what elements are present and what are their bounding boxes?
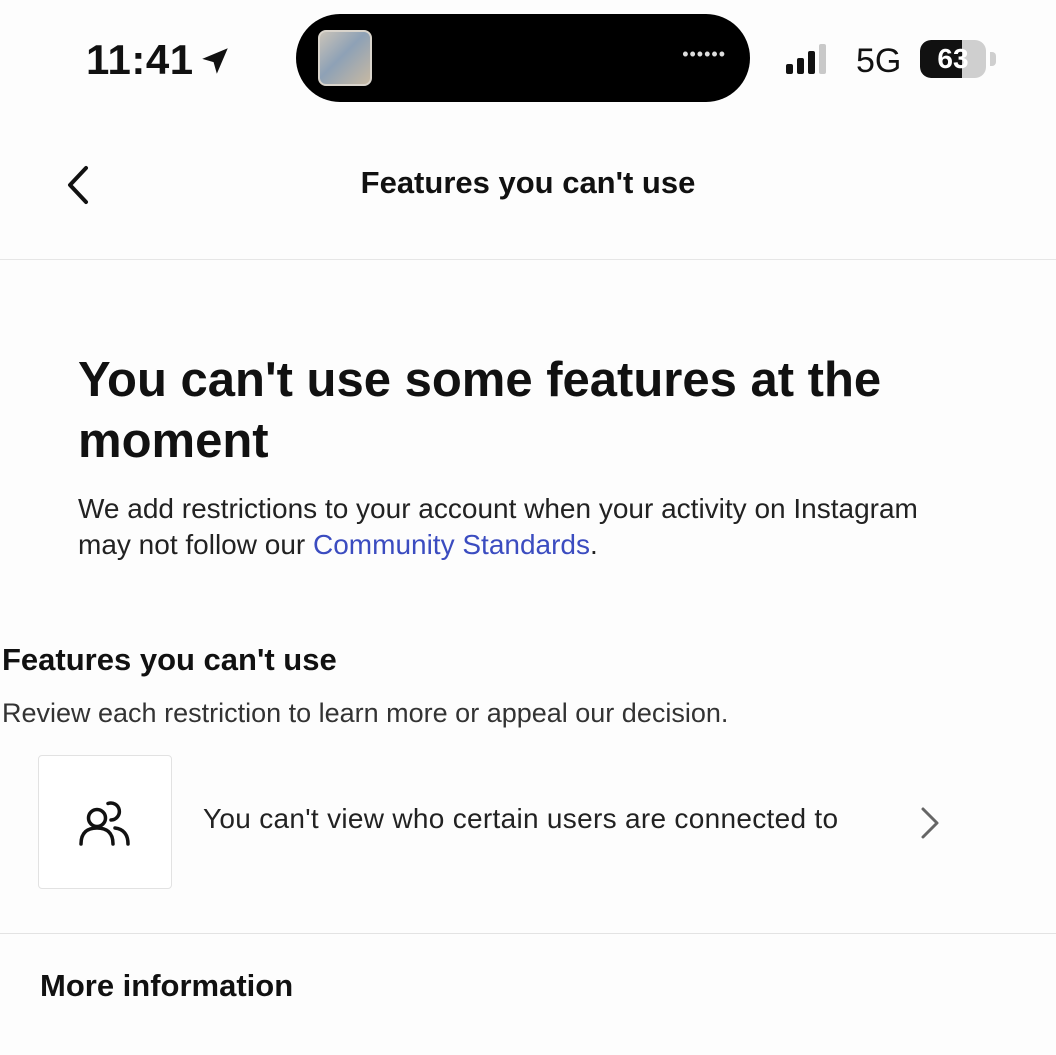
features-section-title: Features you can't use	[2, 642, 337, 677]
now-playing-artwork	[318, 30, 372, 86]
restriction-item[interactable]: You can't view who certain users are con…	[38, 755, 978, 889]
battery-tip	[990, 52, 996, 66]
users-icon	[79, 801, 130, 846]
chevron-right-icon	[921, 807, 939, 839]
restriction-icon-box	[38, 755, 172, 889]
nav-header: Features you can't use	[0, 130, 1056, 260]
features-section-subtitle: Review each restriction to learn more or…	[2, 698, 729, 728]
restriction-description: We add restrictions to your account when…	[78, 491, 958, 563]
battery-body: 63	[920, 40, 986, 78]
page-title: Features you can't use	[360, 165, 696, 200]
network-type: 5G	[856, 42, 902, 80]
community-standards-link[interactable]: Community Standards	[313, 529, 590, 560]
cellular-signal-icon	[786, 44, 826, 74]
restriction-heading: You can't use some features at the momen…	[78, 353, 882, 468]
more-information-heading[interactable]: More information	[40, 968, 293, 1004]
description-suffix: .	[590, 529, 598, 560]
location-arrow-icon	[202, 48, 228, 74]
battery-indicator: 63	[920, 40, 998, 78]
screen: 11:41 •••••• 5G 63 Features you can't us…	[0, 0, 1056, 1055]
status-bar: 11:41 •••••• 5G 63	[0, 0, 1056, 120]
dynamic-island[interactable]: ••••••	[296, 14, 750, 102]
section-divider	[0, 933, 1056, 934]
audio-waveform-icon: ••••••	[682, 44, 726, 64]
battery-level: 63	[937, 43, 969, 74]
status-time: 11:41	[86, 36, 194, 83]
restriction-label: You can't view who certain users are con…	[203, 803, 839, 834]
